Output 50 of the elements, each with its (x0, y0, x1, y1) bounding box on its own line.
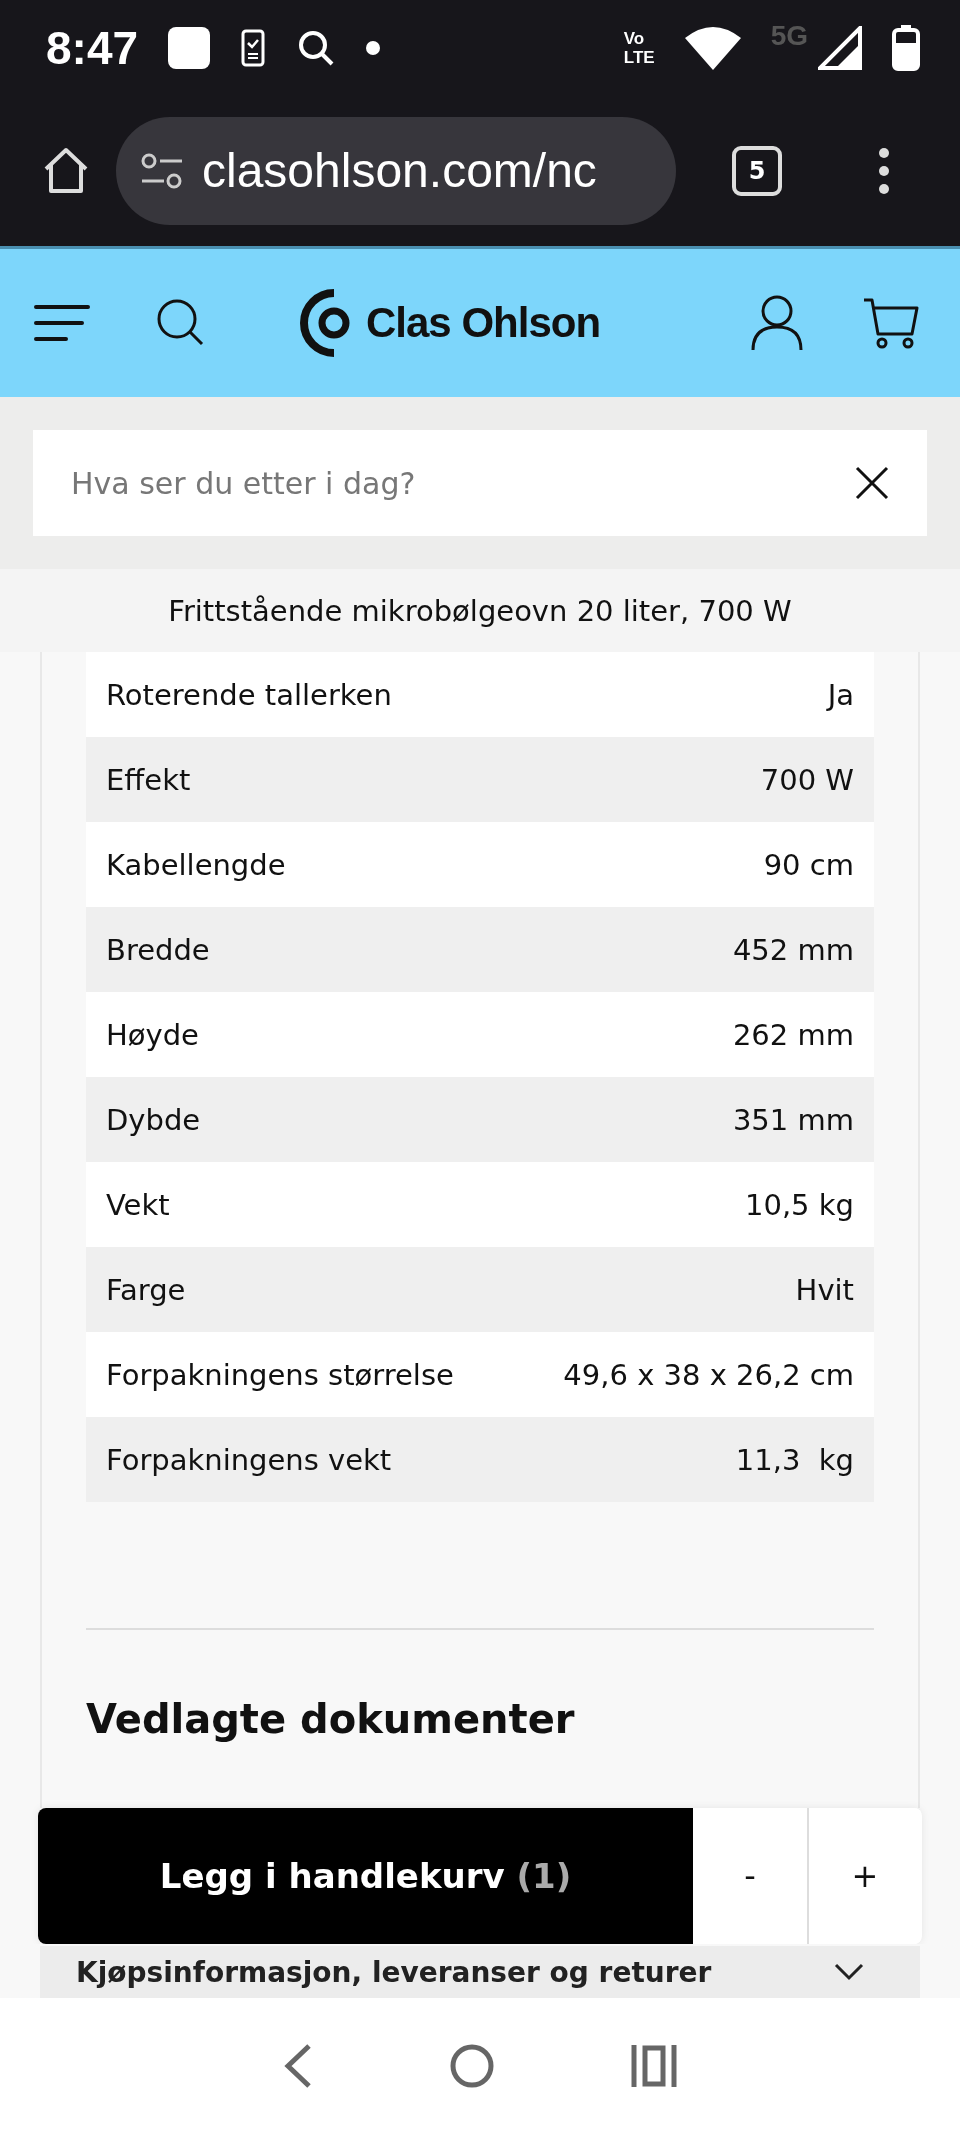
home-icon[interactable] (449, 2042, 495, 2089)
section-heading: Vedlagte dokumenter (86, 1696, 575, 1742)
close-icon[interactable] (855, 466, 889, 500)
back-icon[interactable] (283, 2042, 313, 2089)
spec-label: Effekt (106, 762, 191, 797)
app-notification-icon (168, 26, 211, 69)
url-text[interactable]: clasohlson.com/nc (202, 143, 597, 198)
spec-value: 11,3 kg (735, 1442, 854, 1477)
increase-button[interactable]: + (807, 1808, 921, 1944)
spec-value: 700 W (760, 762, 854, 797)
spec-label: Høyde (106, 1017, 199, 1052)
address-bar[interactable]: clasohlson.com/nc (116, 116, 676, 225)
spec-value: 262 mm (732, 1017, 854, 1052)
tab-count-button[interactable]: 5 (732, 145, 782, 196)
spec-label: Forpakningens størrelse (106, 1357, 454, 1392)
search-icon[interactable] (156, 298, 206, 348)
spec-label: Forpakningens vekt (106, 1442, 392, 1477)
add-to-cart-button[interactable]: Legg i handlekurv (1) (38, 1808, 693, 1944)
spec-value: 90 cm (763, 847, 854, 882)
network-type: 5G (770, 20, 808, 52)
accordion-header[interactable]: Kjøpsinformasjon, leveranser og returer (40, 1946, 920, 1998)
user-icon[interactable] (750, 294, 804, 352)
spec-label: Dybde (106, 1102, 201, 1137)
spec-label: Farge (106, 1272, 186, 1307)
spec-label: Bredde (106, 932, 210, 967)
logo-text[interactable]: Clas Ohlson (366, 299, 601, 347)
spec-value: 10,5 kg (745, 1187, 854, 1222)
phone-check-icon (240, 28, 267, 67)
signal-icon (818, 25, 862, 70)
cart-icon[interactable] (862, 297, 920, 349)
wifi-icon (684, 25, 741, 70)
spec-value: 351 mm (732, 1102, 854, 1137)
spec-value: 452 mm (732, 932, 854, 967)
battery-icon (892, 24, 920, 71)
spec-label: Vekt (106, 1187, 170, 1222)
menu-icon[interactable] (876, 146, 892, 195)
recent-apps-icon[interactable] (631, 2044, 677, 2087)
spec-value: 49,6 x 38 x 26,2 cm (563, 1357, 854, 1392)
chevron-icon (834, 1963, 864, 1981)
search-field[interactable]: Hva ser du etter i dag? (33, 430, 927, 536)
volte-label: Vo LTE (623, 28, 655, 67)
menu-icon[interactable] (34, 303, 90, 343)
decrease-button[interactable]: - (693, 1808, 807, 1944)
dot-icon (366, 40, 381, 55)
spec-label: Roterende tallerken (106, 677, 392, 712)
spec-label: Kabellengde (106, 847, 286, 882)
spec-value: Hvit (795, 1272, 854, 1307)
product-title: Frittstående mikrobølgeovn 20 liter, 700 W (168, 593, 792, 628)
spec-value: Ja (827, 677, 854, 712)
status-time: 8:47 (46, 20, 139, 75)
